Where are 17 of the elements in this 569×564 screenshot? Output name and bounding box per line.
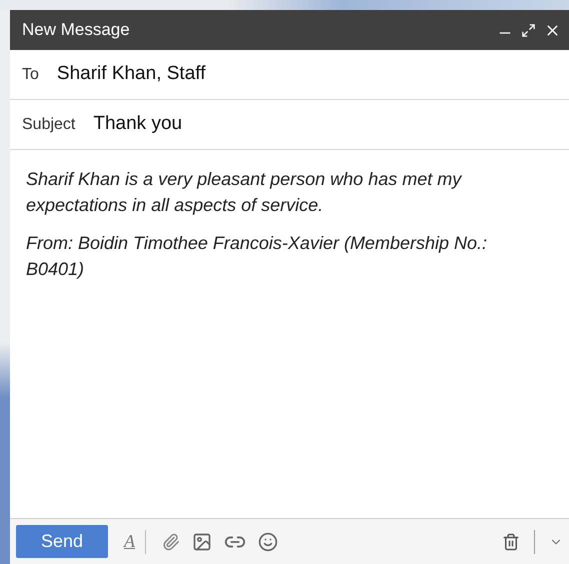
body-paragraph: From: Boidin Timothee Francois-Xavier (Membership No.: B0401) [26, 232, 488, 281]
subject-label: Subject [22, 114, 76, 134]
to-label: To [22, 64, 39, 84]
send-button[interactable]: Send [16, 525, 108, 558]
emoji-icon[interactable] [258, 532, 278, 552]
recipient: Sharif Khan, Staff [56, 62, 206, 86]
trash-icon[interactable] [502, 532, 520, 550]
formatting-button[interactable]: A [124, 528, 135, 555]
message-body[interactable]: Sharif Khan is a very pleasant person who has met my expectations in all aspects of service. From: Boidin Timothee Francois-Xavier (Membership No.: B0401) [10, 150, 569, 518]
body-paragraph: Sharif Khan is a very pleasant person who has met my expectations in all aspects of service. [26, 168, 463, 217]
subject-field[interactable]: Subject Thank you [10, 100, 569, 150]
expand-icon[interactable] [521, 22, 536, 38]
image-icon[interactable] [192, 532, 212, 552]
to-field[interactable]: To Sharif Khan, Staff [10, 50, 569, 100]
window-title: New Message [22, 19, 130, 42]
subject-text: Thank you [93, 112, 182, 136]
attach-icon[interactable] [162, 532, 180, 550]
